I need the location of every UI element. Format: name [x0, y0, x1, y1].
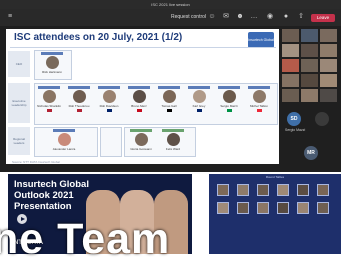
- person-name: Rick Hartmann: [42, 70, 62, 74]
- person-card: Felix Ward: [160, 129, 186, 151]
- meeting-toolbar: ≡ Request control ☺ ✉ ☻ … ◉ ● ⇧ Leave: [0, 9, 341, 26]
- people-icon[interactable]: ☺: [208, 13, 216, 21]
- participant-photo: [297, 184, 309, 196]
- participant-tile[interactable]: [320, 29, 337, 42]
- round-tables-title: Round Tables: [265, 175, 285, 179]
- slide-footer: Source: NTT DATA Insurtech Global: [12, 160, 60, 164]
- role-tag: [41, 52, 63, 55]
- chat-icon[interactable]: ✉: [222, 13, 230, 21]
- row-label-executive: Executive Leadership: [8, 83, 30, 123]
- slide-title: ISC attendees on 20 July, 2021 (1/2): [14, 32, 183, 43]
- avatar: [45, 56, 59, 69]
- person-card: Tomas Gall: [156, 86, 182, 112]
- window-title: ISC 2021 live session: [0, 0, 341, 9]
- shared-slide: ISC attendees on 20 July, 2021 (1/2) Ins…: [6, 29, 279, 164]
- leave-button[interactable]: Leave: [311, 14, 335, 22]
- person-card: Alexander Lanza: [51, 129, 77, 151]
- participant-tile[interactable]: [301, 59, 318, 72]
- row-label-ceo: CEO: [8, 51, 30, 77]
- participant-photo: [217, 202, 229, 214]
- participant-tile[interactable]: [301, 74, 318, 87]
- overlay-caption: ne Team: [0, 215, 171, 263]
- meeting-window: ISC 2021 live session ≡ Request control …: [0, 0, 341, 172]
- participant-tile[interactable]: [282, 59, 299, 72]
- participant-gallery: [282, 29, 338, 115]
- person-card: Michel Tallion: [246, 86, 272, 112]
- reactions-icon[interactable]: ☻: [236, 13, 244, 21]
- participant-photo: [217, 184, 229, 196]
- person-card: Gloria Goswami: [128, 129, 154, 151]
- request-control-button[interactable]: Request control: [171, 13, 206, 22]
- person-card: Rob Theodorou: [66, 86, 92, 112]
- participant-photo: [257, 184, 269, 196]
- regional-box-2: [100, 127, 122, 157]
- mic-icon[interactable]: ●: [282, 13, 290, 21]
- participant-photo: [257, 202, 269, 214]
- participant-photo: [317, 202, 329, 214]
- share-icon[interactable]: ⇧: [297, 13, 305, 21]
- participant-tile[interactable]: [282, 44, 299, 57]
- participant-photo: [277, 184, 289, 196]
- participant-photo: [277, 202, 289, 214]
- participant-photo: [297, 202, 309, 214]
- presentation-title: Insurtech Global Outlook 2021 Presentati…: [14, 179, 89, 212]
- participant-tile[interactable]: [320, 89, 337, 102]
- participant-avatar[interactable]: [315, 112, 329, 126]
- slide-logo: Insurtech Global: [248, 32, 274, 48]
- row-label-regional: Regional Leaders: [8, 127, 30, 155]
- participant-photo: [317, 184, 329, 196]
- participant-photo: [237, 202, 249, 214]
- presenter-name: Sergio Mazzi: [285, 128, 306, 132]
- more-icon[interactable]: …: [250, 13, 258, 21]
- participant-tile[interactable]: [320, 44, 337, 57]
- presenter-avatar[interactable]: SD: [287, 112, 301, 126]
- person-card: Nicholas Shanklin: [36, 86, 62, 112]
- participant-photo: [237, 184, 249, 196]
- participant-tile[interactable]: [282, 29, 299, 42]
- participant-tile[interactable]: [282, 74, 299, 87]
- person-card: Rick Hartmann: [39, 52, 65, 74]
- person-card: Rob Davidson: [96, 86, 122, 112]
- participant-tile[interactable]: [282, 89, 299, 102]
- menu-icon[interactable]: ≡: [6, 13, 14, 21]
- participant-tile[interactable]: [320, 74, 337, 87]
- camera-icon[interactable]: ◉: [266, 13, 274, 21]
- person-card: Bruno Merz: [126, 86, 152, 112]
- attendee-avatar[interactable]: MR: [304, 146, 318, 160]
- slide-divider: [10, 47, 276, 48]
- participant-tile[interactable]: [320, 59, 337, 72]
- participant-tile[interactable]: [301, 29, 318, 42]
- round-tables-thumbnail: Round Tables: [209, 174, 341, 254]
- participant-tile[interactable]: [301, 89, 318, 102]
- person-card: Karl Grey: [186, 86, 212, 112]
- person-card: Sergio Mazzi: [216, 86, 242, 112]
- participant-tile[interactable]: [301, 44, 318, 57]
